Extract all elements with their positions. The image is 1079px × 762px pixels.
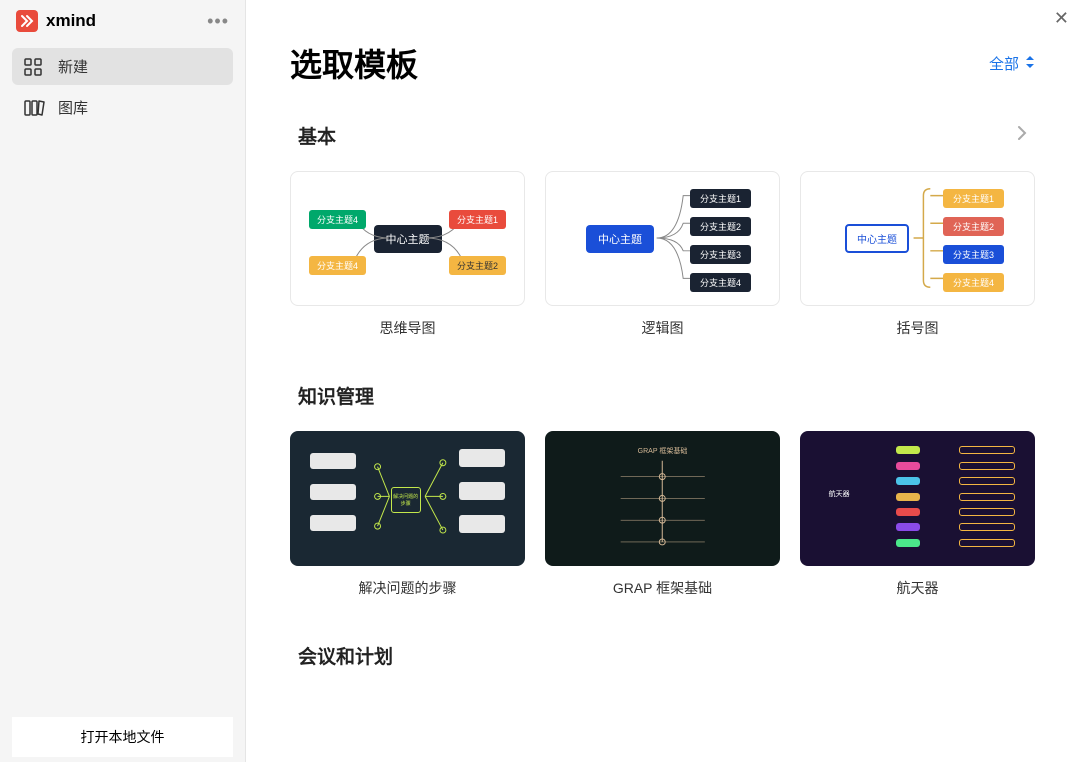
- templates-grid: 分支主题4 分支主题4 分支主题1 分支主题2 中心主题 思维导图 中心主题 分…: [290, 171, 1035, 338]
- main-header: 选取模板 全部: [290, 40, 1035, 86]
- template-logic[interactable]: 中心主题 分支主题1 分支主题2 分支主题3 分支主题4 逻辑图: [545, 171, 780, 338]
- close-icon[interactable]: ✕: [1054, 8, 1069, 29]
- inner-title: GRAP 框架基础: [638, 446, 688, 456]
- branch-node: 分支主题2: [943, 217, 1004, 236]
- open-local-file-button[interactable]: 打开本地文件: [12, 717, 233, 757]
- grid-icon: [24, 59, 46, 75]
- center-node: 解决问题的步骤: [391, 487, 421, 513]
- template-bracket[interactable]: 中心主题 分支主题1 分支主题2 分支主题3 分支主题4 括号图: [800, 171, 1035, 338]
- template-spacecraft[interactable]: 航天器: [800, 431, 1035, 598]
- main-content: ✕ 选取模板 全部 基本 分支主题4 分支主题4 分支主题1: [246, 0, 1079, 762]
- template-problem-solving[interactable]: 解决问题的步骤 解决问题的步骤: [290, 431, 525, 598]
- center-node: 航天器: [829, 489, 850, 499]
- app-logo: xmind: [16, 10, 96, 32]
- template-caption: 思维导图: [290, 318, 525, 338]
- more-icon[interactable]: •••: [207, 11, 229, 32]
- template-preview: 航天器: [800, 431, 1035, 566]
- branch-node: 分支主题1: [449, 210, 506, 229]
- branch-node: 分支主题4: [309, 210, 366, 229]
- template-caption: 逻辑图: [545, 318, 780, 338]
- sidebar-header: xmind •••: [0, 0, 245, 42]
- sidebar-item-new[interactable]: 新建: [12, 48, 233, 85]
- sidebar-nav: 新建 图库: [0, 42, 245, 132]
- sidebar: xmind ••• 新建 图库 打开本地文件: [0, 0, 246, 762]
- template-caption: GRAP 框架基础: [545, 578, 780, 598]
- branch-node: 分支主题3: [690, 245, 751, 264]
- branch-node: 分支主题4: [690, 273, 751, 292]
- sort-icon: [1025, 55, 1035, 72]
- template-preview: GRAP 框架基础: [545, 431, 780, 566]
- branch-node: 分支主题2: [449, 256, 506, 275]
- template-caption: 括号图: [800, 318, 1035, 338]
- section-basic: 基本 分支主题4 分支主题4 分支主题1 分支主题2 中心主题 思维导图: [290, 122, 1035, 338]
- section-meeting: 会议和计划: [290, 642, 1035, 669]
- template-caption: 解决问题的步骤: [290, 578, 525, 598]
- branch-node: 分支主题4: [309, 256, 366, 275]
- gallery-icon: [24, 100, 46, 116]
- center-node: 中心主题: [845, 224, 909, 253]
- branch-node: 分支主题2: [690, 217, 751, 236]
- section-header: 会议和计划: [290, 642, 1035, 669]
- template-caption: 航天器: [800, 578, 1035, 598]
- section-header: 基本: [290, 122, 1035, 149]
- templates-grid: 解决问题的步骤 解决问题的步骤 GRAP 框架基础: [290, 431, 1035, 598]
- filter-button[interactable]: 全部: [989, 53, 1035, 74]
- template-mindmap[interactable]: 分支主题4 分支主题4 分支主题1 分支主题2 中心主题 思维导图: [290, 171, 525, 338]
- branch-node: 分支主题4: [943, 273, 1004, 292]
- template-preview: 中心主题 分支主题1 分支主题2 分支主题3 分支主题4: [545, 171, 780, 306]
- section-title: 基本: [298, 122, 336, 149]
- template-preview: 分支主题4 分支主题4 分支主题1 分支主题2 中心主题: [290, 171, 525, 306]
- app-name: xmind: [46, 11, 96, 31]
- page-title: 选取模板: [290, 40, 418, 86]
- section-title: 会议和计划: [298, 642, 393, 669]
- sidebar-item-label: 图库: [58, 97, 88, 118]
- section-header: 知识管理: [290, 382, 1035, 409]
- xmind-logo-icon: [16, 10, 38, 32]
- filter-label: 全部: [989, 53, 1019, 74]
- template-grap[interactable]: GRAP 框架基础 GRAP 框架基础: [545, 431, 780, 598]
- branch-node: 分支主题1: [690, 189, 751, 208]
- branch-node: 分支主题1: [943, 189, 1004, 208]
- template-preview: 中心主题 分支主题1 分支主题2 分支主题3 分支主题4: [800, 171, 1035, 306]
- center-node: 中心主题: [374, 225, 442, 253]
- section-title: 知识管理: [298, 382, 374, 409]
- center-node: 中心主题: [586, 225, 654, 253]
- branch-node: 分支主题3: [943, 245, 1004, 264]
- sidebar-item-gallery[interactable]: 图库: [12, 89, 233, 126]
- sidebar-item-label: 新建: [58, 56, 88, 77]
- section-knowledge: 知识管理 解决问题的步骤 解决问题的步骤: [290, 382, 1035, 598]
- chevron-right-icon[interactable]: [1017, 125, 1027, 146]
- template-preview: 解决问题的步骤: [290, 431, 525, 566]
